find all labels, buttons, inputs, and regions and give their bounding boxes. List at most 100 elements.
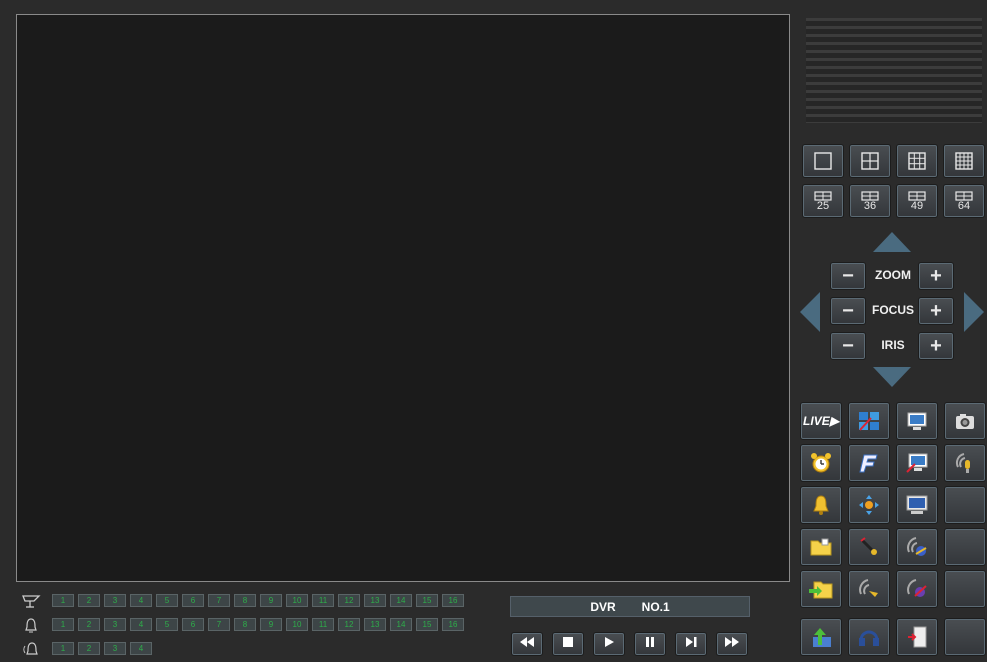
camera-channels-icon <box>20 593 42 609</box>
iris-label: IRIS <box>881 338 905 352</box>
video-channel[interactable]: 13 <box>364 594 386 607</box>
monitor-disconnect-icon <box>904 450 930 476</box>
microphone-button[interactable] <box>944 444 986 482</box>
pause-button[interactable] <box>634 632 666 656</box>
alarm-channel[interactable]: 16 <box>442 618 464 631</box>
fast-forward-button[interactable] <box>716 632 748 656</box>
ptz-up-arrow[interactable] <box>873 232 911 252</box>
live-play-button[interactable]: LIVE▶ <box>800 402 842 440</box>
layout-16-button[interactable] <box>943 144 985 178</box>
audio-mute-button[interactable] <box>896 570 938 608</box>
rewind-button[interactable] <box>511 632 543 656</box>
layout-1-button[interactable] <box>802 144 844 178</box>
alarm-channel[interactable]: 14 <box>390 618 412 631</box>
output-channel[interactable]: 1 <box>52 642 74 655</box>
schedule-button[interactable] <box>800 444 842 482</box>
alarm-channel[interactable]: 12 <box>338 618 360 631</box>
upload-arrow-icon <box>808 624 834 650</box>
video-display-area[interactable] <box>16 14 790 582</box>
layout-25-button[interactable]: 25 <box>802 184 844 218</box>
display-button[interactable] <box>896 486 938 524</box>
iris-open-button[interactable]: + <box>918 332 954 360</box>
play-button[interactable] <box>593 632 625 656</box>
alarm-button[interactable] <box>800 486 842 524</box>
mic-off-button[interactable] <box>848 528 890 566</box>
ptz-down-arrow[interactable] <box>873 367 911 387</box>
video-channel[interactable]: 10 <box>286 594 308 607</box>
stop-button[interactable] <box>552 632 584 656</box>
iris-close-button[interactable]: − <box>830 332 866 360</box>
zoom-out-button[interactable]: − <box>830 262 866 290</box>
video-channel[interactable]: 2 <box>78 594 100 607</box>
ptz-left-arrow[interactable] <box>800 292 820 332</box>
layout-label: 64 <box>957 199 971 212</box>
dvr-name: DVR <box>590 599 616 614</box>
focus-label: FOCUS <box>872 303 914 317</box>
video-channel[interactable]: 7 <box>208 594 230 607</box>
layout-36-button[interactable]: 36 <box>849 184 891 218</box>
layout-64-button[interactable]: 64 <box>943 184 985 218</box>
monitor-disconnect-button[interactable] <box>896 444 938 482</box>
alarm-channel[interactable]: 13 <box>364 618 386 631</box>
upload-button[interactable] <box>800 618 842 656</box>
video-channel[interactable]: 11 <box>312 594 334 607</box>
split-windows-button[interactable] <box>848 402 890 440</box>
video-channel[interactable]: 16 <box>442 594 464 607</box>
folder-export-button[interactable] <box>800 570 842 608</box>
snapshot-button[interactable] <box>944 402 986 440</box>
minus-label: − <box>842 334 854 357</box>
plus-label: + <box>930 334 942 357</box>
alarm-channel[interactable]: 9 <box>260 618 282 631</box>
monitor-button[interactable] <box>896 402 938 440</box>
alarm-channel[interactable]: 15 <box>416 618 438 631</box>
focus-far-button[interactable]: + <box>918 297 954 325</box>
alarm-channel[interactable]: 11 <box>312 618 334 631</box>
layout-9-button[interactable] <box>896 144 938 178</box>
video-channel[interactable]: 8 <box>234 594 256 607</box>
alarm-channel[interactable]: 5 <box>156 618 178 631</box>
alarm-channel[interactable]: 8 <box>234 618 256 631</box>
audio-talk-button[interactable] <box>896 528 938 566</box>
output-channel[interactable]: 4 <box>130 642 152 655</box>
video-channel[interactable]: 3 <box>104 594 126 607</box>
headphones-button[interactable] <box>848 618 890 656</box>
video-channel[interactable]: 1 <box>52 594 74 607</box>
minus-label: − <box>842 299 854 322</box>
folder-button[interactable] <box>800 528 842 566</box>
layout-label: 36 <box>863 199 877 212</box>
ptz-right-arrow[interactable] <box>964 292 984 332</box>
video-channel[interactable]: 14 <box>390 594 412 607</box>
alarm-channel[interactable]: 2 <box>78 618 100 631</box>
video-channel[interactable]: 5 <box>156 594 178 607</box>
focus-near-button[interactable]: − <box>830 297 866 325</box>
plus-label: + <box>930 299 942 322</box>
zoom-in-button[interactable]: + <box>918 262 954 290</box>
video-channel[interactable]: 12 <box>338 594 360 607</box>
live-play-icon: LIVE▶ <box>803 414 839 428</box>
step-forward-button[interactable] <box>675 632 707 656</box>
f-logo-button[interactable] <box>848 444 890 482</box>
alarm-channel[interactable]: 10 <box>286 618 308 631</box>
ptz-direction-icon <box>856 492 882 518</box>
folder-icon <box>808 534 834 560</box>
alarm-channel[interactable]: 3 <box>104 618 126 631</box>
ptz-control-button[interactable] <box>848 486 890 524</box>
audio-mute-icon <box>904 576 930 602</box>
alarm-channel[interactable]: 1 <box>52 618 74 631</box>
video-channel[interactable]: 9 <box>260 594 282 607</box>
output-channel[interactable]: 2 <box>78 642 100 655</box>
video-channel[interactable]: 4 <box>130 594 152 607</box>
video-channel[interactable]: 15 <box>416 594 438 607</box>
layout-4-button[interactable] <box>849 144 891 178</box>
exit-button[interactable] <box>896 618 938 656</box>
sixteen-window-icon <box>951 148 977 174</box>
output-channel[interactable]: 3 <box>104 642 126 655</box>
alarm-channel[interactable]: 7 <box>208 618 230 631</box>
audio-wave-button[interactable] <box>848 570 890 608</box>
layout-49-button[interactable]: 49 <box>896 184 938 218</box>
video-channel[interactable]: 6 <box>182 594 204 607</box>
alarm-channel[interactable]: 4 <box>130 618 152 631</box>
alarm-channel[interactable]: 6 <box>182 618 204 631</box>
pause-icon <box>644 635 656 653</box>
play-icon <box>603 635 615 653</box>
